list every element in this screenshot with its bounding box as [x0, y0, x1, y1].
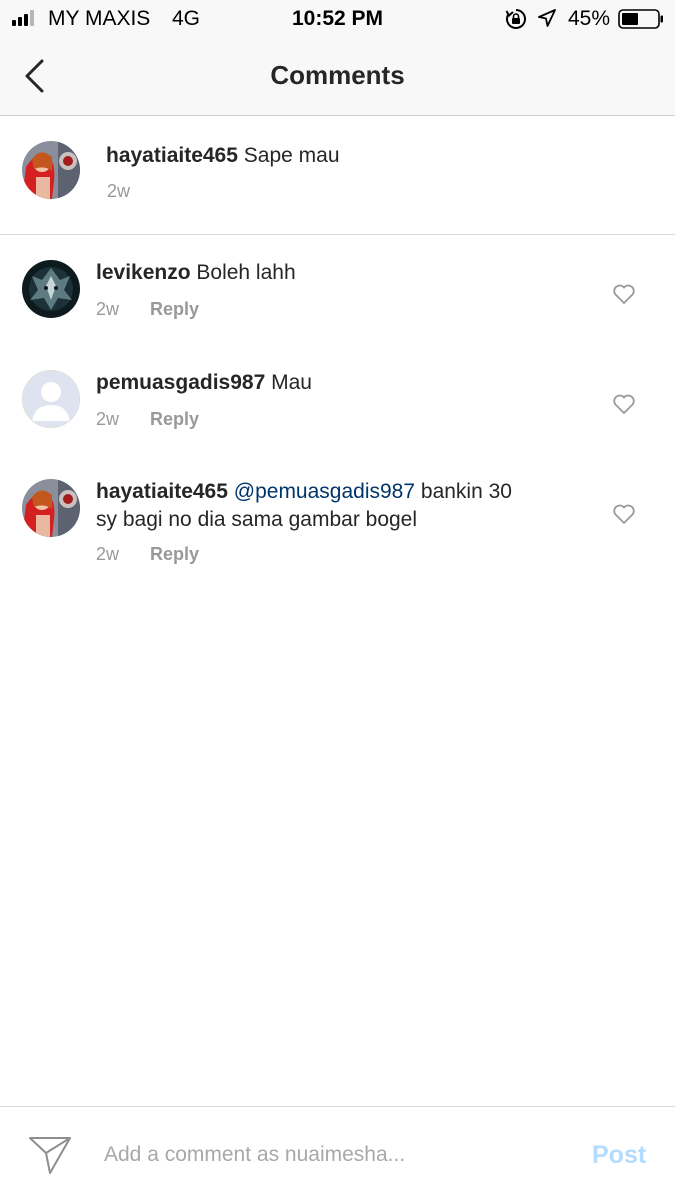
caption-body: Sape mau: [243, 144, 340, 167]
page-title: Comments: [270, 60, 405, 90]
comment-text: levikenzo Boleh lahh: [96, 259, 296, 287]
send-icon[interactable]: [28, 1135, 72, 1175]
caption-text: hayatiaite465 Sape mau: [106, 142, 340, 170]
caption-time: 2w: [107, 181, 131, 201]
reply-button[interactable]: Reply: [150, 409, 199, 430]
mention-link[interactable]: @pemuasgadis987: [234, 480, 415, 503]
status-bar: MY MAXIS 4G 10:52 PM 45%: [0, 0, 675, 38]
comment-username[interactable]: hayatiaite465: [96, 480, 228, 503]
avatar[interactable]: [22, 141, 80, 199]
nav-bar: Comments: [0, 38, 675, 116]
comment-body: bankin 30: [420, 480, 512, 503]
avatar[interactable]: [22, 260, 80, 318]
orientation-lock-icon: [505, 9, 526, 29]
post-button[interactable]: Post: [592, 1141, 646, 1170]
comment-body: Boleh lahh: [196, 261, 296, 284]
comment-time: 2w: [96, 409, 120, 429]
reply-button[interactable]: Reply: [150, 544, 199, 565]
heart-icon[interactable]: [612, 283, 636, 305]
battery-icon: [618, 9, 663, 29]
reply-button[interactable]: Reply: [150, 299, 199, 320]
comment-text: hayatiaite465 @pemuasgadis987 bankin 30 …: [96, 478, 596, 534]
avatar[interactable]: [22, 479, 80, 537]
default-avatar[interactable]: [22, 370, 80, 428]
comment-time: 2w: [96, 299, 120, 319]
comment-input[interactable]: [100, 1135, 578, 1175]
comment-body: Mau: [271, 371, 312, 394]
heart-icon[interactable]: [612, 503, 636, 525]
comment-composer: Post: [0, 1106, 675, 1201]
caption-username[interactable]: hayatiaite465: [106, 144, 238, 167]
comment-username[interactable]: pemuasgadis987: [96, 371, 265, 394]
location-arrow-icon: [538, 9, 556, 27]
comment-username[interactable]: levikenzo: [96, 261, 191, 284]
heart-icon[interactable]: [612, 393, 636, 415]
comment-time: 2w: [96, 544, 120, 564]
post-caption: hayatiaite465 Sape mau 2w: [0, 116, 675, 235]
comment-body-line2: sy bagi no dia sama gambar bogel: [96, 508, 418, 531]
battery-percent: 45%: [568, 7, 611, 30]
comment-text: pemuasgadis987 Mau: [96, 369, 312, 397]
